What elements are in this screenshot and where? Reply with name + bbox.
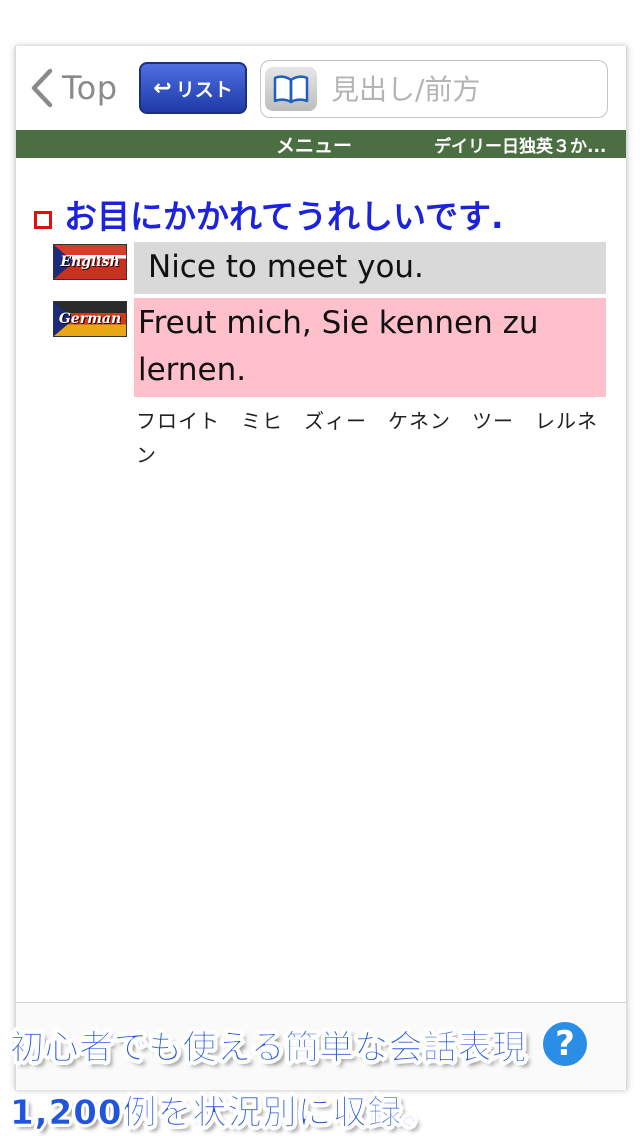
german-pronunciation: フロイト ミヒ ズィー ケネン ツー レルネン <box>136 409 598 467</box>
german-flag-icon[interactable]: German <box>53 301 127 337</box>
checkbox-bullet-icon <box>34 211 52 229</box>
return-arrow-icon: ↩ <box>153 75 172 101</box>
daily-title-link[interactable]: デイリー日独英３か... <box>434 132 606 157</box>
german-translation: Freut mich, Sie kennen zu lernen. <box>134 298 606 397</box>
promo-caption-line2: 1,200例を状況別に収録。 <box>10 1093 438 1134</box>
english-flag-label: English <box>60 254 120 270</box>
japanese-phrase-row: お目にかかれてうれしいです. <box>34 190 504 238</box>
chevron-left-icon <box>30 68 54 108</box>
navigation-bar: Top ↩ リスト <box>16 46 626 131</box>
german-flag-label: German <box>58 311 122 327</box>
search-field[interactable] <box>260 60 608 118</box>
back-label: Top <box>62 69 118 107</box>
back-button[interactable]: Top <box>30 68 118 108</box>
japanese-phrase: お目にかかれてうれしいです. <box>64 197 504 236</box>
list-button[interactable]: ↩ リスト <box>139 62 247 114</box>
list-button-label: リスト <box>175 78 233 101</box>
english-flag-icon[interactable]: English <box>53 244 127 280</box>
app-screen: Top ↩ リスト メニュー デイリー日独英３か... お目にかかれてうれしいで… <box>15 46 627 1090</box>
question-mark-icon: ? <box>555 1024 575 1064</box>
menu-link[interactable]: メニュー <box>276 131 352 158</box>
search-input[interactable] <box>331 72 601 106</box>
english-translation: Nice to meet you. <box>134 242 606 294</box>
menu-bar: メニュー デイリー日独英３か... <box>16 130 626 158</box>
promo-caption-line1: 初心者でも使える簡単な会話表現 <box>10 1028 527 1069</box>
help-button[interactable]: ? <box>541 1020 589 1068</box>
book-icon[interactable] <box>265 67 317 111</box>
